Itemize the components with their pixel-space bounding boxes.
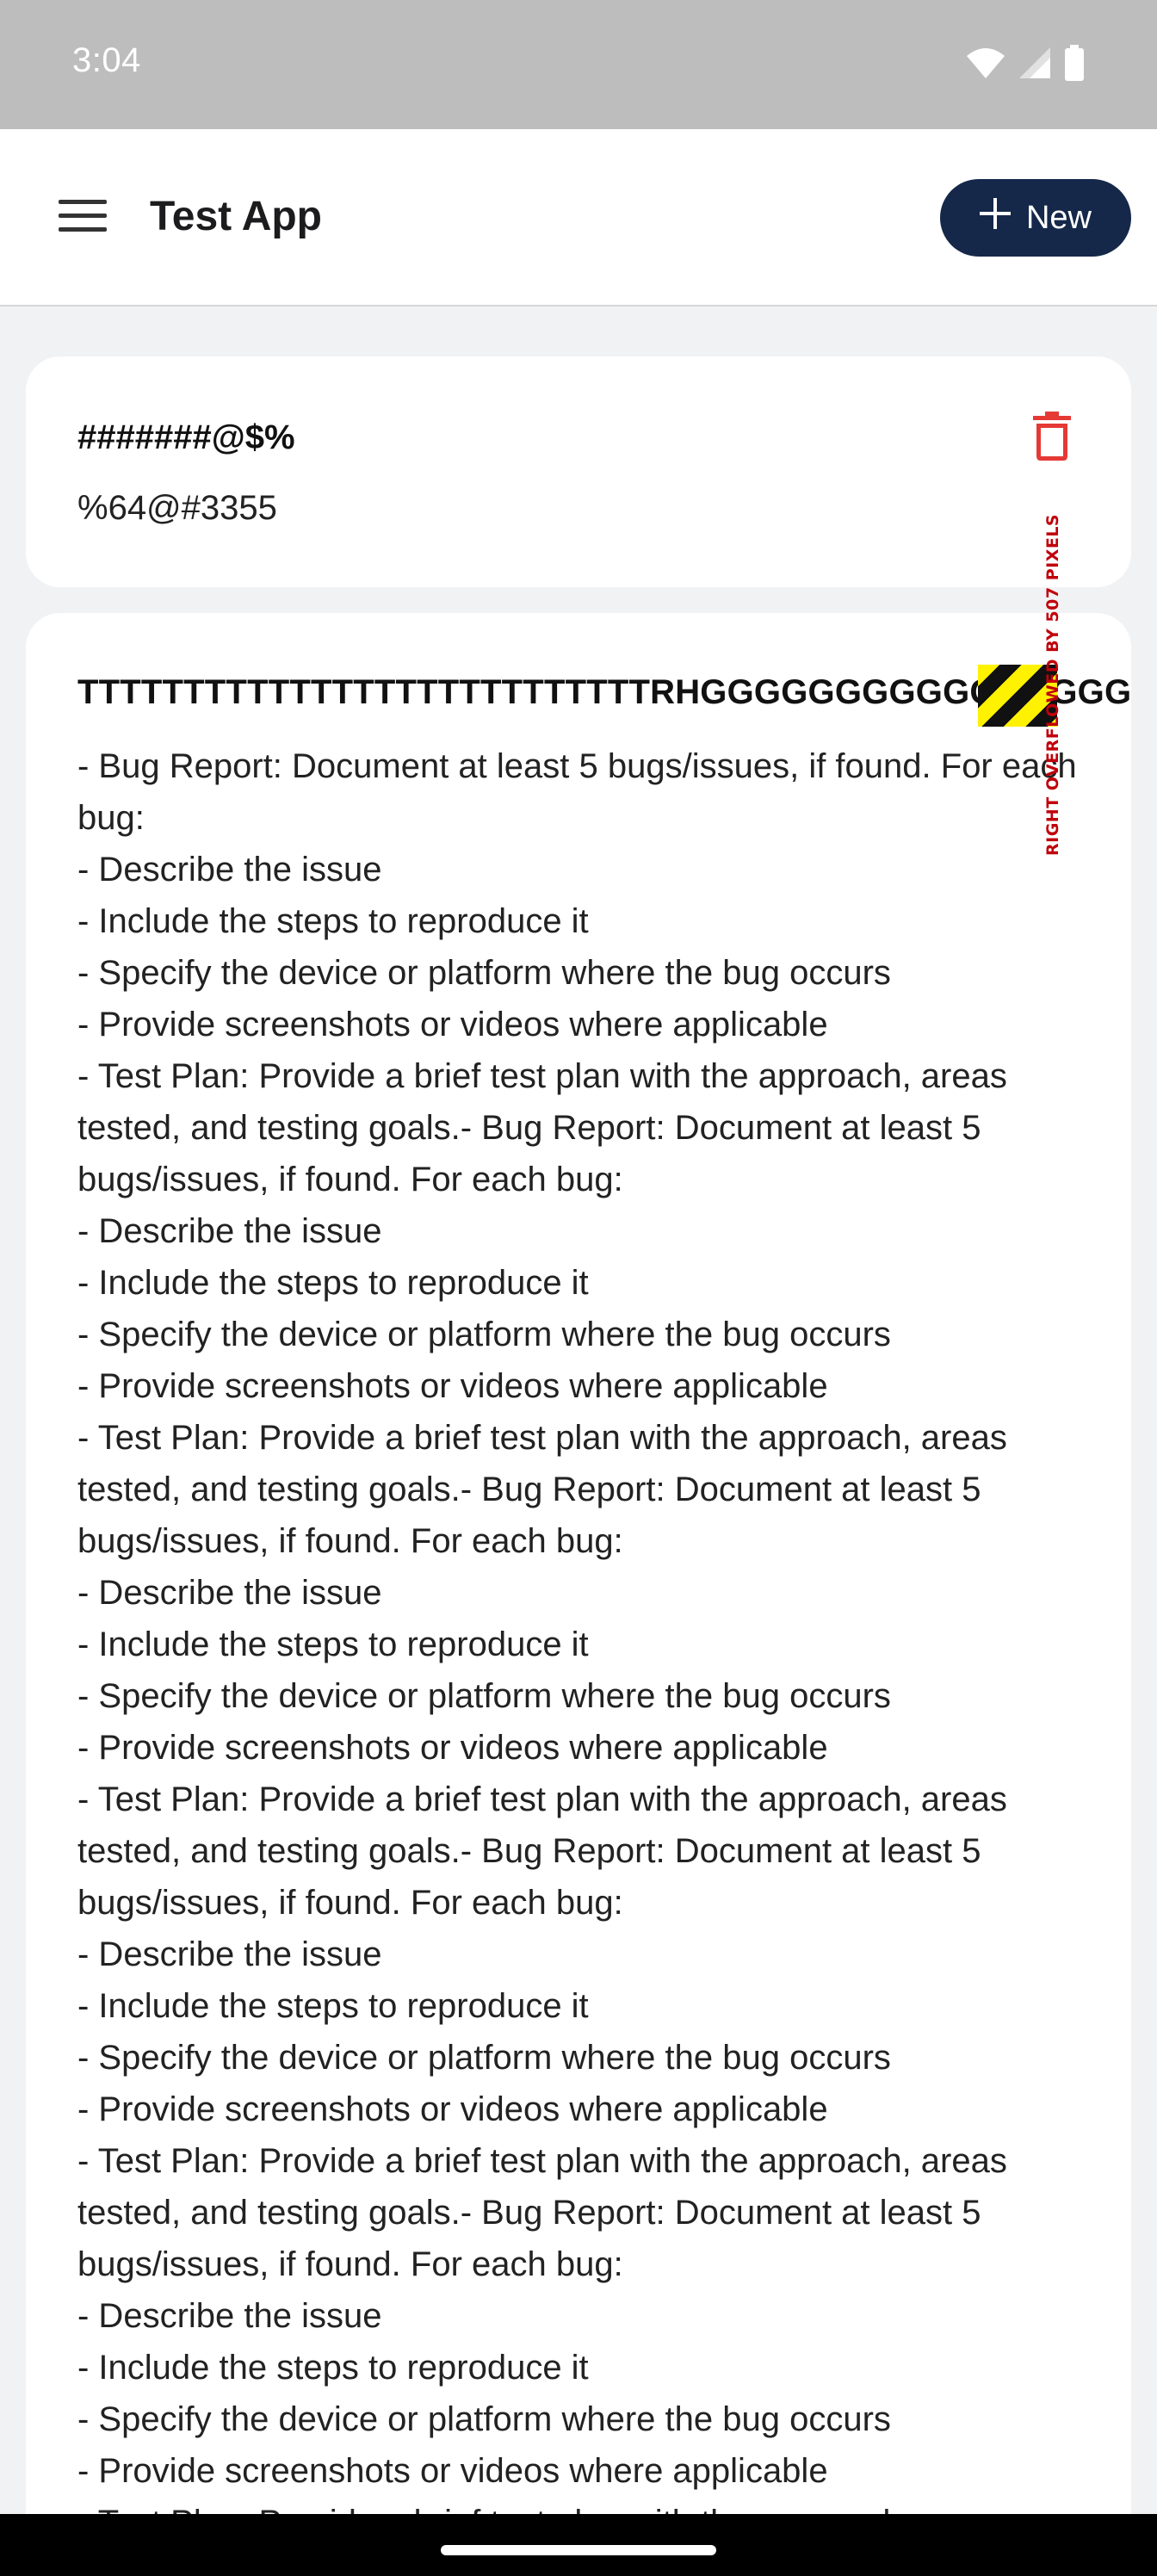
note-card[interactable]: #######@$% %64@#3355 xyxy=(26,356,1131,587)
note-card[interactable]: TTTTTTTTTTTTTTTTTTTTTTTTTTTRHGGGGGGGGGGG… xyxy=(26,613,1131,2576)
new-button-label: New xyxy=(1025,199,1092,236)
home-gesture-handle[interactable] xyxy=(441,2545,716,2555)
overflow-warning: RIGHT OVERFLOWED BY 507 PIXELS xyxy=(1043,513,1062,856)
status-time: 3:04 xyxy=(72,41,141,79)
new-note-button[interactable]: New xyxy=(940,179,1131,257)
note-title: #######@$% xyxy=(77,418,295,456)
app-title: Test App xyxy=(150,194,322,239)
status-icons xyxy=(966,45,1085,85)
battery-icon xyxy=(1064,45,1085,85)
navigation-bar xyxy=(0,2514,1157,2576)
delete-note-button[interactable] xyxy=(1031,412,1080,467)
trash-icon xyxy=(1031,412,1073,465)
app-screen: 3:04 Test App New #######@$% %64@#3355 T… xyxy=(0,0,1157,2576)
note-body: %64@#3355 xyxy=(77,489,277,527)
app-bar: Test App New xyxy=(0,129,1157,307)
status-bar: 3:04 xyxy=(0,0,1157,129)
wifi-icon xyxy=(966,46,1005,84)
menu-button[interactable] xyxy=(57,191,108,243)
menu-icon xyxy=(59,198,107,237)
signal-icon xyxy=(1018,46,1052,84)
note-title: TTTTTTTTTTTTTTTTTTTTTTTTTTTRHGGGGGGGGGGG… xyxy=(77,673,1131,711)
plus-icon xyxy=(979,198,1011,238)
note-body: - Bug Report: Document at least 5 bugs/i… xyxy=(77,747,1077,2576)
